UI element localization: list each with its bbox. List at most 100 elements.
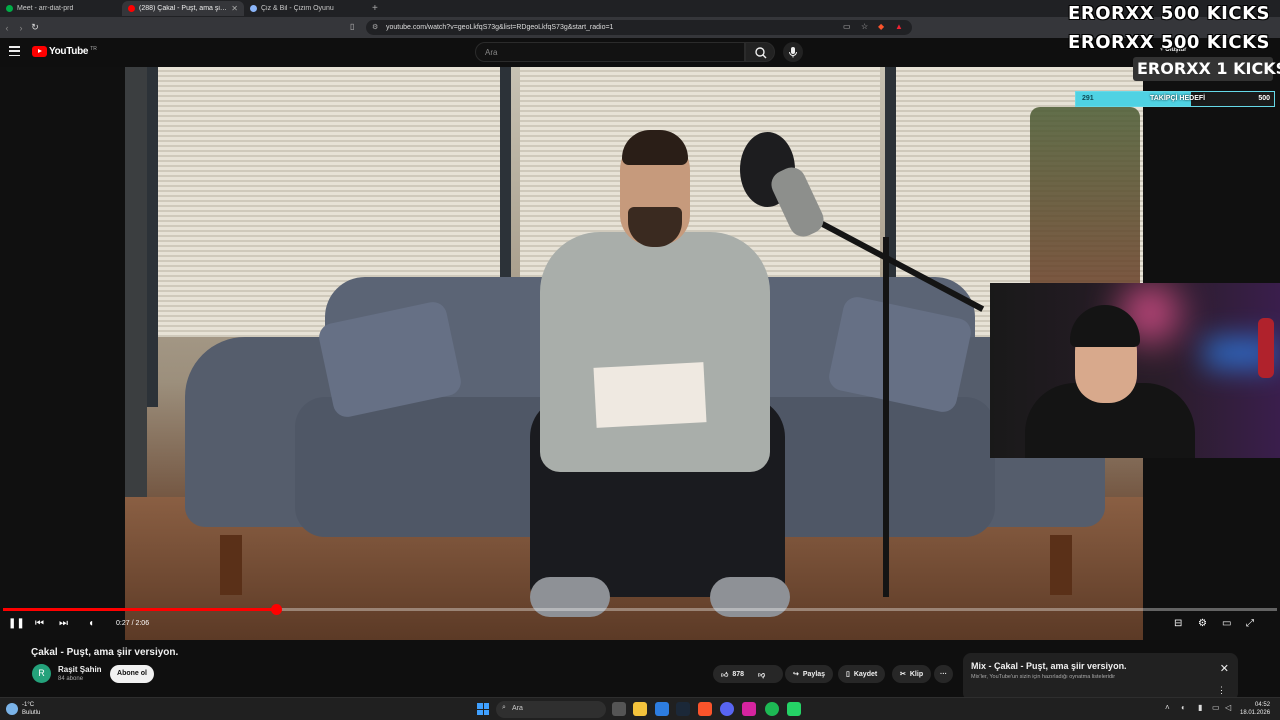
taskbar-search[interactable]: ⌕ Ara bbox=[496, 701, 606, 718]
follower-goal-bar: 291 TAKİPÇİ HEDEFİ 500 bbox=[1075, 91, 1275, 107]
search-input[interactable]: Ara bbox=[475, 42, 745, 62]
battery-icon[interactable]: ▮ bbox=[1198, 703, 1202, 712]
close-icon[interactable]: ✕ bbox=[1220, 662, 1229, 675]
shoe bbox=[530, 577, 610, 617]
brave-shield-icon[interactable]: ◆ bbox=[878, 22, 884, 31]
brave-browser-icon[interactable] bbox=[698, 702, 712, 716]
clip-label: Klip bbox=[909, 670, 924, 678]
search-button[interactable] bbox=[745, 42, 775, 62]
tab-title: Meet - arr-diat-prd bbox=[17, 5, 74, 12]
cloud-icon bbox=[6, 703, 18, 715]
like-count[interactable]: 878 bbox=[732, 671, 744, 678]
settings-gear-icon[interactable]: ⚙ bbox=[1198, 618, 1207, 629]
window-frame bbox=[147, 67, 158, 407]
time-current: 0:27 bbox=[116, 620, 130, 627]
channel-avatar[interactable]: R bbox=[32, 664, 51, 683]
previous-icon[interactable]: ⏮ bbox=[35, 618, 44, 629]
time-total: 2:06 bbox=[135, 620, 150, 627]
fullscreen-icon[interactable]: ⤢ bbox=[1246, 618, 1254, 629]
video-player[interactable] bbox=[0, 67, 1280, 640]
spotify-icon[interactable] bbox=[765, 702, 779, 716]
tray-app-icon[interactable]: ◐ bbox=[1181, 703, 1186, 712]
theater-mode-icon[interactable]: ▭ bbox=[1222, 618, 1231, 629]
back-icon[interactable]: ‹ bbox=[0, 23, 14, 33]
share-button[interactable]: ↪ Paylaş bbox=[785, 665, 834, 683]
task-view-icon[interactable] bbox=[612, 702, 626, 716]
kicks-alert-3: ERORXX 1 KICKS bbox=[1133, 57, 1280, 81]
video-title: Çakal - Puşt, ama şiir versiyon. bbox=[31, 647, 179, 658]
more-actions-button[interactable]: ··· bbox=[934, 665, 953, 683]
streamer-mic bbox=[1258, 318, 1274, 378]
more-vertical-icon[interactable]: ⋮ bbox=[1217, 685, 1226, 696]
tab-ciz-bil[interactable]: Çiz & Bil - Çizim Oyunu bbox=[244, 1, 366, 16]
bookmark-icon[interactable]: ▯ bbox=[350, 22, 354, 31]
goal-label: TAKİPÇİ HEDEFİ bbox=[1150, 95, 1206, 102]
clip-button[interactable]: ✂ Klip bbox=[892, 665, 932, 683]
youtube-favicon-icon bbox=[128, 5, 135, 12]
volume-icon[interactable]: ◖ bbox=[88, 618, 94, 629]
sofa-leg bbox=[220, 535, 242, 595]
whatsapp-icon[interactable] bbox=[787, 702, 801, 716]
seek-handle[interactable] bbox=[270, 604, 282, 615]
tray-chevron-icon[interactable]: ˄ bbox=[1165, 703, 1170, 712]
subscribe-button[interactable]: Abone ol bbox=[110, 665, 154, 683]
file-explorer-icon[interactable] bbox=[633, 702, 647, 716]
url-field[interactable]: ⚙ youtube.com/watch?v=geoLkfqS73g&list=R… bbox=[366, 20, 912, 35]
goal-current: 291 bbox=[1082, 95, 1094, 102]
channel-name[interactable]: Raşit Şahin bbox=[58, 665, 102, 674]
search-icon bbox=[755, 47, 767, 59]
kicks-alert-2: ERORXX 500 KICKS bbox=[1068, 32, 1270, 53]
url-text: youtube.com/watch?v=geoLkfqS73g&list=RDg… bbox=[386, 24, 614, 31]
steam-icon[interactable] bbox=[676, 702, 690, 716]
youtube-logo[interactable]: YouTube TR bbox=[32, 46, 97, 57]
goal-max: 500 bbox=[1258, 95, 1270, 102]
weather-desc: Bulutlu bbox=[22, 710, 41, 716]
taskbar-search-label: Ara bbox=[512, 705, 523, 712]
weather-text: -1°C Bulutlu bbox=[22, 701, 40, 717]
microphone-icon bbox=[789, 47, 797, 58]
discord-icon[interactable] bbox=[720, 702, 734, 716]
thumbs-up-icon[interactable]: 👍︎ bbox=[721, 670, 728, 679]
menu-icon[interactable] bbox=[9, 46, 20, 56]
share-label: Paylaş bbox=[802, 670, 826, 678]
tab-youtube[interactable]: (288) Çakal - Puşt, ama şiir ve ✕ bbox=[122, 1, 244, 16]
star-icon[interactable]: ☆ bbox=[861, 22, 868, 31]
weather-widget[interactable]: -1°C Bulutlu bbox=[6, 701, 40, 717]
mix-playlist-card[interactable]: Mix - Çakal - Puşt, ama şiir versiyon. M… bbox=[963, 653, 1238, 701]
forward-icon[interactable]: › bbox=[14, 23, 28, 33]
clock-time: 04:52 bbox=[1255, 702, 1271, 708]
cast-icon[interactable]: ▭ bbox=[843, 22, 851, 31]
like-dislike-group: 👍︎ 878 👎︎ bbox=[713, 665, 783, 683]
subscriber-count: 84 abone bbox=[58, 676, 84, 682]
clock-date: 18.01.2026 bbox=[1240, 710, 1271, 716]
save-button[interactable]: ▯ Kaydet bbox=[838, 665, 886, 683]
tab-title: (288) Çakal - Puşt, ama şiir ve bbox=[139, 5, 228, 12]
game-favicon-icon bbox=[250, 5, 257, 12]
sofa-leg bbox=[1050, 535, 1072, 595]
windows-start-icon[interactable] bbox=[477, 703, 489, 715]
thumbs-down-icon[interactable]: 👎︎ bbox=[758, 670, 765, 679]
voice-search-button[interactable] bbox=[783, 42, 803, 62]
pause-icon[interactable]: ❚❚ bbox=[8, 618, 25, 629]
tab-meet[interactable]: Meet - arr-diat-prd bbox=[0, 1, 122, 16]
next-icon[interactable]: ⏭ bbox=[59, 618, 68, 629]
meet-favicon-icon bbox=[6, 5, 13, 12]
system-clock[interactable]: 04:52 18.01.2026 bbox=[1240, 701, 1270, 717]
scissors-icon: ✂ bbox=[900, 671, 906, 678]
rewards-icon[interactable]: ▲ bbox=[895, 22, 903, 31]
reload-icon[interactable]: ↻ bbox=[28, 22, 42, 33]
seek-bar[interactable] bbox=[3, 604, 1277, 615]
new-tab-button[interactable]: + bbox=[366, 3, 384, 14]
store-icon[interactable] bbox=[655, 702, 669, 716]
weather-temp: -1°C bbox=[22, 702, 35, 708]
instagram-icon[interactable] bbox=[742, 702, 756, 716]
search-icon: ⌕ bbox=[502, 704, 506, 711]
mic-stand bbox=[883, 237, 889, 597]
speaker-icon[interactable]: ◁ bbox=[1225, 703, 1231, 712]
site-info-icon[interactable]: ⚙ bbox=[372, 23, 378, 31]
close-tab-icon[interactable]: ✕ bbox=[231, 4, 238, 13]
save-label: Kaydet bbox=[853, 670, 878, 678]
subtitles-icon[interactable]: ⊟ bbox=[1174, 618, 1182, 629]
network-icon[interactable]: ▭ bbox=[1212, 703, 1220, 712]
mix-title: Mix - Çakal - Puşt, ama şiir versiyon. bbox=[971, 661, 1127, 671]
